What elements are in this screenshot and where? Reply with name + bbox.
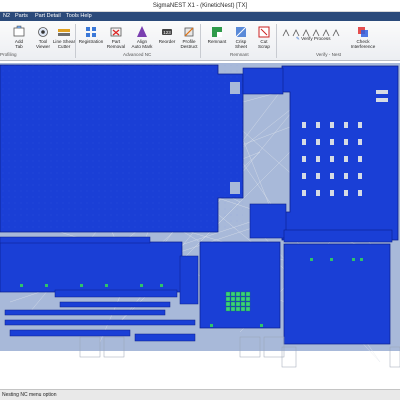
plate-small-mid[interactable]: [249, 203, 287, 239]
registration-icon: [86, 27, 96, 37]
nest-drawing[interactable]: [0, 62, 400, 387]
align-auto-mark-icon: [137, 26, 147, 37]
ribbon-toolbar: Add Tab Tool Viewer Line Shear Cutter Re…: [0, 21, 400, 61]
plate-bottom-left[interactable]: [0, 241, 183, 293]
cut-scrap-label: Cut Scrap: [257, 39, 270, 50]
add-tab-icon: [13, 25, 25, 37]
strip-part[interactable]: [4, 309, 166, 316]
verify-process-button[interactable]: ✎ Verify Process: [296, 35, 331, 42]
remnant-icon: [212, 27, 222, 37]
verify-process-icon: ✎: [296, 36, 300, 41]
window-title: SigmaNEST X1 - (KineticNest) [TX]: [0, 0, 400, 12]
menu-item-tools-help[interactable]: Tools Help: [66, 12, 92, 21]
check-interference-label: Check Interference: [350, 39, 376, 50]
nest-canvas[interactable]: [0, 62, 400, 387]
plate-cutout: [230, 82, 240, 94]
strip-part[interactable]: [283, 229, 393, 243]
strip-part[interactable]: [59, 301, 171, 308]
group-separator: [276, 24, 277, 58]
group-label-advanced-nc: Advanced NC: [123, 52, 152, 57]
profile-destruct-icon: [184, 27, 194, 37]
plate-small-top[interactable]: [242, 67, 284, 95]
cut-scrap-icon: [258, 26, 270, 38]
check-interference-button[interactable]: Check Interference: [347, 23, 379, 53]
verify-process-label: Verify Process: [301, 36, 331, 41]
status-text: Nesting NC menu option: [2, 392, 57, 398]
strip-part[interactable]: [4, 319, 196, 326]
menu-bar: N2 Parts Part Detail Tools Help: [0, 12, 400, 21]
menu-item-part-detail[interactable]: Part Detail: [35, 12, 61, 21]
svg-text:123: 123: [163, 30, 171, 35]
plate-bottom-center[interactable]: [199, 241, 281, 329]
menu-item-n2[interactable]: N2: [3, 12, 10, 21]
part-removal-icon: [110, 27, 122, 37]
status-bar: Nesting NC menu option: [0, 389, 400, 400]
check-interference-icon: [358, 27, 368, 37]
group-label-profiling: Profiling: [0, 52, 17, 57]
plate-cutout: [230, 182, 240, 194]
plate-bottom-right[interactable]: [283, 243, 391, 345]
strip-part[interactable]: [54, 289, 178, 298]
plate-small-bottom[interactable]: [179, 255, 199, 305]
group-label-remnant: Remnant: [230, 52, 249, 57]
strip-part[interactable]: [0, 236, 151, 244]
group-label-verify-nest: Verify - Nest: [316, 52, 342, 57]
line-shear-cutter-icon: [58, 29, 70, 36]
strip-part[interactable]: [9, 329, 131, 337]
crisp-sheet-icon: [235, 26, 247, 38]
strip-part[interactable]: [134, 333, 196, 342]
menu-item-parts[interactable]: Parts: [15, 12, 28, 21]
plate-texture: [0, 65, 243, 232]
